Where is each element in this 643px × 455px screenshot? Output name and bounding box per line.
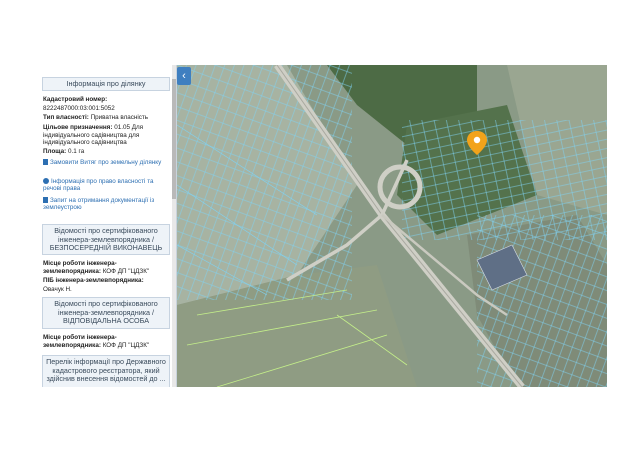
area-row: Площа: 0.1 га xyxy=(43,148,85,155)
section-header-engineer-executor: Відомості про сертифікованого інженера-з… xyxy=(42,224,170,255)
app-frame: Інформація про ділянку Кадастровий номер… xyxy=(40,65,607,387)
ownership-info-link[interactable]: Інформація про право власності та речові… xyxy=(43,178,170,193)
document-icon xyxy=(43,197,48,203)
cadastral-number: 8222487000:03:001:5052 xyxy=(43,105,115,112)
sidebar-scrollbar[interactable] xyxy=(172,65,176,387)
parcel-grid xyxy=(177,65,352,300)
section-header-parcel-info: Інформація про ділянку xyxy=(42,77,170,91)
ownership-row: Тип власності: Приватна власність xyxy=(43,114,149,121)
engineer-name-label: ПІБ інженера-землевпорядника: xyxy=(43,277,144,284)
scrollbar-thumb[interactable] xyxy=(172,79,176,199)
collapse-sidebar-button[interactable]: ‹ xyxy=(177,67,191,85)
info-icon xyxy=(43,178,49,184)
cadastral-map[interactable] xyxy=(177,65,607,387)
order-extract-link[interactable]: Замовити Витяг про земельну ділянку xyxy=(43,159,170,166)
engineer-workplace-row: Місце роботи інженера-землевпорядника: К… xyxy=(43,260,150,275)
info-sidebar: Інформація про ділянку Кадастровий номер… xyxy=(40,65,177,387)
section-header-registrar: Перелік інформації про Державного кадаст… xyxy=(42,355,170,387)
document-icon xyxy=(43,159,48,165)
section-header-engineer-responsible: Відомості про сертифікованого інженера-з… xyxy=(42,297,170,329)
engineer2-workplace-row: Місце роботи інженера-землевпорядника: К… xyxy=(43,334,150,349)
purpose-row: Цільове призначення: 01.05 Для індивідуа… xyxy=(43,124,144,147)
engineer-name: Овачук Н. xyxy=(43,286,72,293)
cadastral-label: Кадастровий номер: xyxy=(43,96,108,103)
documentation-request-link[interactable]: Запит на отримання документації із земле… xyxy=(43,197,170,212)
